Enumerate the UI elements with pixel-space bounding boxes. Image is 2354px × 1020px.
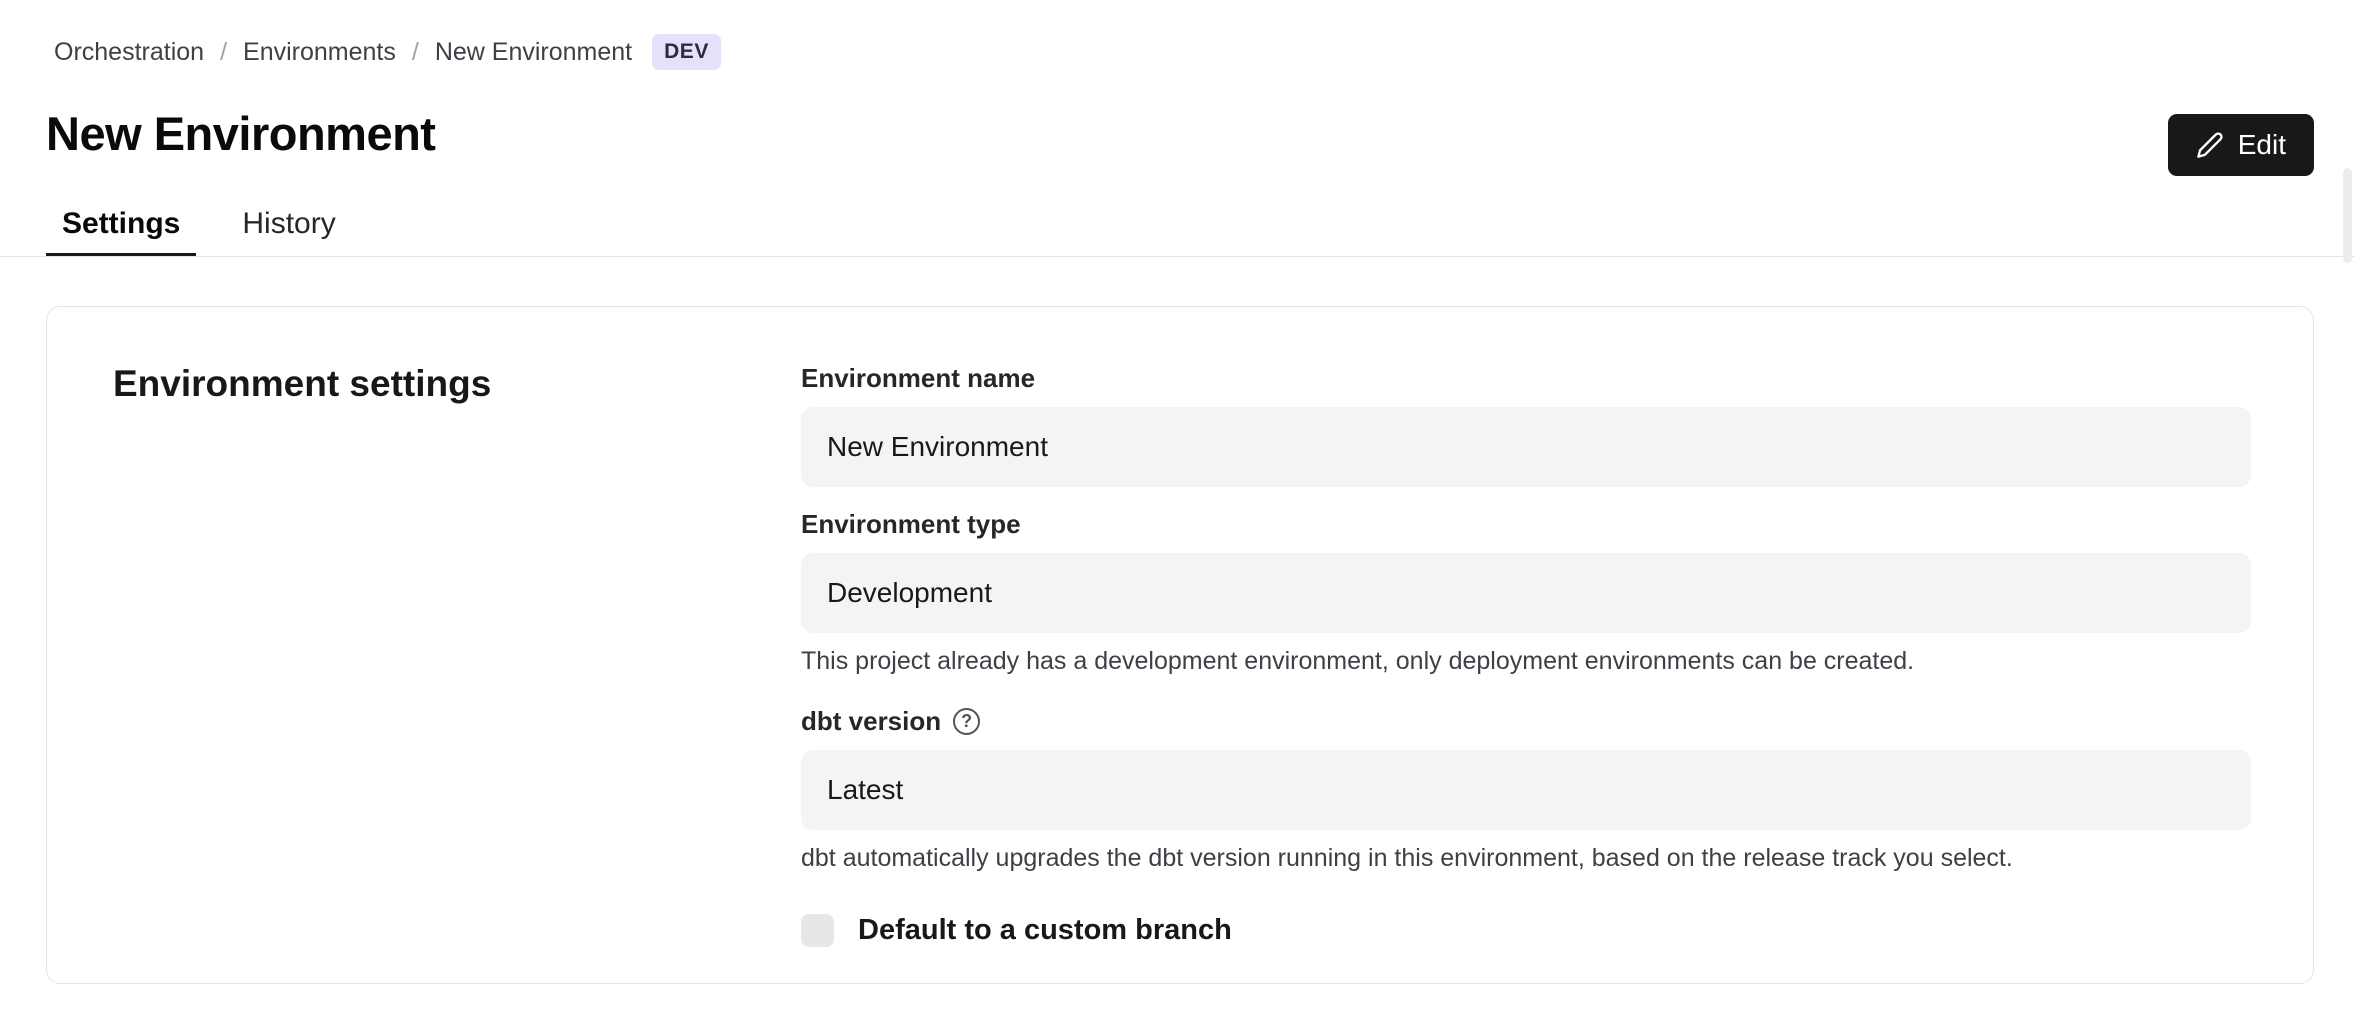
tab-bar: Settings History bbox=[46, 194, 352, 257]
custom-branch-checkbox[interactable] bbox=[801, 914, 834, 947]
tabs-divider bbox=[0, 256, 2354, 257]
breadcrumb-environments[interactable]: Environments bbox=[243, 38, 396, 67]
environment-settings-card: Environment settings Environment name En… bbox=[46, 306, 2314, 984]
breadcrumb-new-environment[interactable]: New Environment bbox=[435, 38, 632, 67]
help-icon[interactable]: ? bbox=[953, 708, 980, 735]
spacer bbox=[801, 487, 2251, 509]
environment-type-helper: This project already has a development e… bbox=[801, 645, 2251, 678]
tab-history[interactable]: History bbox=[226, 194, 351, 257]
environment-name-label: Environment name bbox=[801, 363, 2251, 394]
page-title: New Environment bbox=[46, 106, 435, 161]
tab-settings[interactable]: Settings bbox=[46, 194, 196, 257]
spacer bbox=[801, 678, 2251, 706]
scrollbar-thumb[interactable] bbox=[2343, 168, 2352, 263]
dbt-version-label: dbt version ? bbox=[801, 706, 2251, 737]
environment-name-input[interactable] bbox=[801, 407, 2251, 487]
breadcrumb: Orchestration / Environments / New Envir… bbox=[54, 34, 721, 70]
breadcrumb-separator: / bbox=[220, 38, 227, 67]
environment-type-select[interactable] bbox=[801, 553, 2251, 633]
breadcrumb-orchestration[interactable]: Orchestration bbox=[54, 38, 204, 67]
dbt-version-helper: dbt automatically upgrades the dbt versi… bbox=[801, 842, 2251, 875]
dev-badge: DEV bbox=[652, 34, 721, 70]
environment-type-label: Environment type bbox=[801, 509, 2251, 540]
custom-branch-row: Default to a custom branch bbox=[801, 914, 2251, 947]
breadcrumb-separator: / bbox=[412, 38, 419, 67]
card-heading: Environment settings bbox=[113, 363, 491, 405]
environment-settings-form: Environment name Environment type This p… bbox=[801, 363, 2251, 947]
edit-button-label: Edit bbox=[2238, 129, 2286, 161]
dbt-version-select[interactable] bbox=[801, 750, 2251, 830]
custom-branch-label: Default to a custom branch bbox=[858, 914, 1232, 947]
pencil-icon bbox=[2196, 131, 2224, 159]
dbt-version-label-text: dbt version bbox=[801, 706, 941, 737]
edit-button[interactable]: Edit bbox=[2168, 114, 2314, 176]
